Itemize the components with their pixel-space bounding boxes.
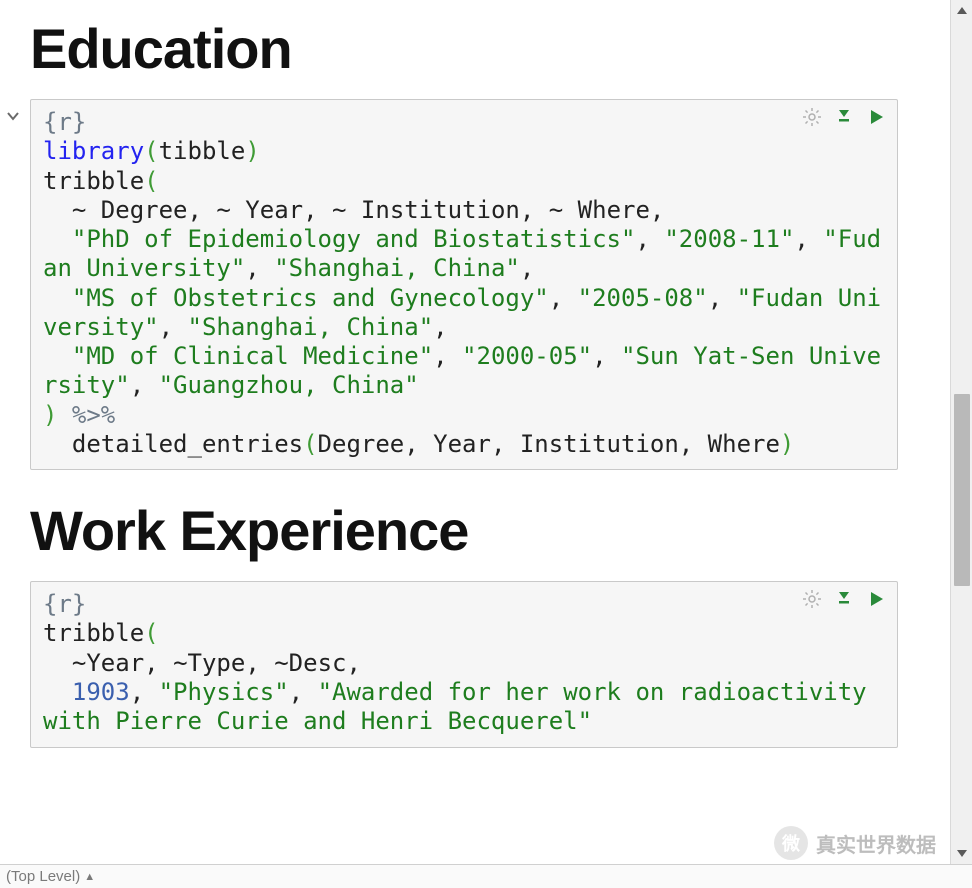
run-chunk-icon[interactable] (865, 106, 887, 128)
heading-work: Work Experience (30, 498, 898, 563)
vertical-scrollbar[interactable] (950, 0, 972, 888)
heading-education: Education (30, 16, 898, 81)
code-text[interactable]: {r} library(tibble) tribble( ~ Degree, ~… (43, 108, 885, 459)
code-chunk-work[interactable]: {r} tribble( ~Year, ~Type, ~Desc, 1903, … (30, 581, 898, 747)
caret-up-icon[interactable]: ▲ (84, 871, 95, 883)
scrollbar-thumb[interactable] (954, 394, 970, 586)
chunk-toolbar (801, 106, 887, 128)
chunk-toolbar (801, 588, 887, 610)
gear-icon[interactable] (801, 106, 823, 128)
status-bar: (Top Level) ▲ (0, 864, 972, 888)
code-chunk-row: {r} tribble( ~Year, ~Type, ~Desc, 1903, … (4, 581, 898, 747)
run-chunk-icon[interactable] (865, 588, 887, 610)
code-chunk-row: {r} library(tibble) tribble( ~ Degree, ~… (4, 99, 898, 470)
scroll-down-arrow[interactable] (951, 842, 972, 864)
editor-viewport: Education {r} library(tibble) tri (0, 0, 928, 862)
run-above-icon[interactable] (833, 106, 855, 128)
code-chunk-education[interactable]: {r} library(tibble) tribble( ~ Degree, ~… (30, 99, 898, 470)
scope-selector[interactable]: (Top Level) (6, 868, 80, 885)
editor-content: Education {r} library(tibble) tri (0, 16, 928, 748)
scroll-up-arrow[interactable] (951, 0, 972, 22)
gear-icon[interactable] (801, 588, 823, 610)
fold-toggle[interactable] (4, 107, 22, 125)
code-text[interactable]: {r} tribble( ~Year, ~Type, ~Desc, 1903, … (43, 590, 885, 736)
run-above-icon[interactable] (833, 588, 855, 610)
